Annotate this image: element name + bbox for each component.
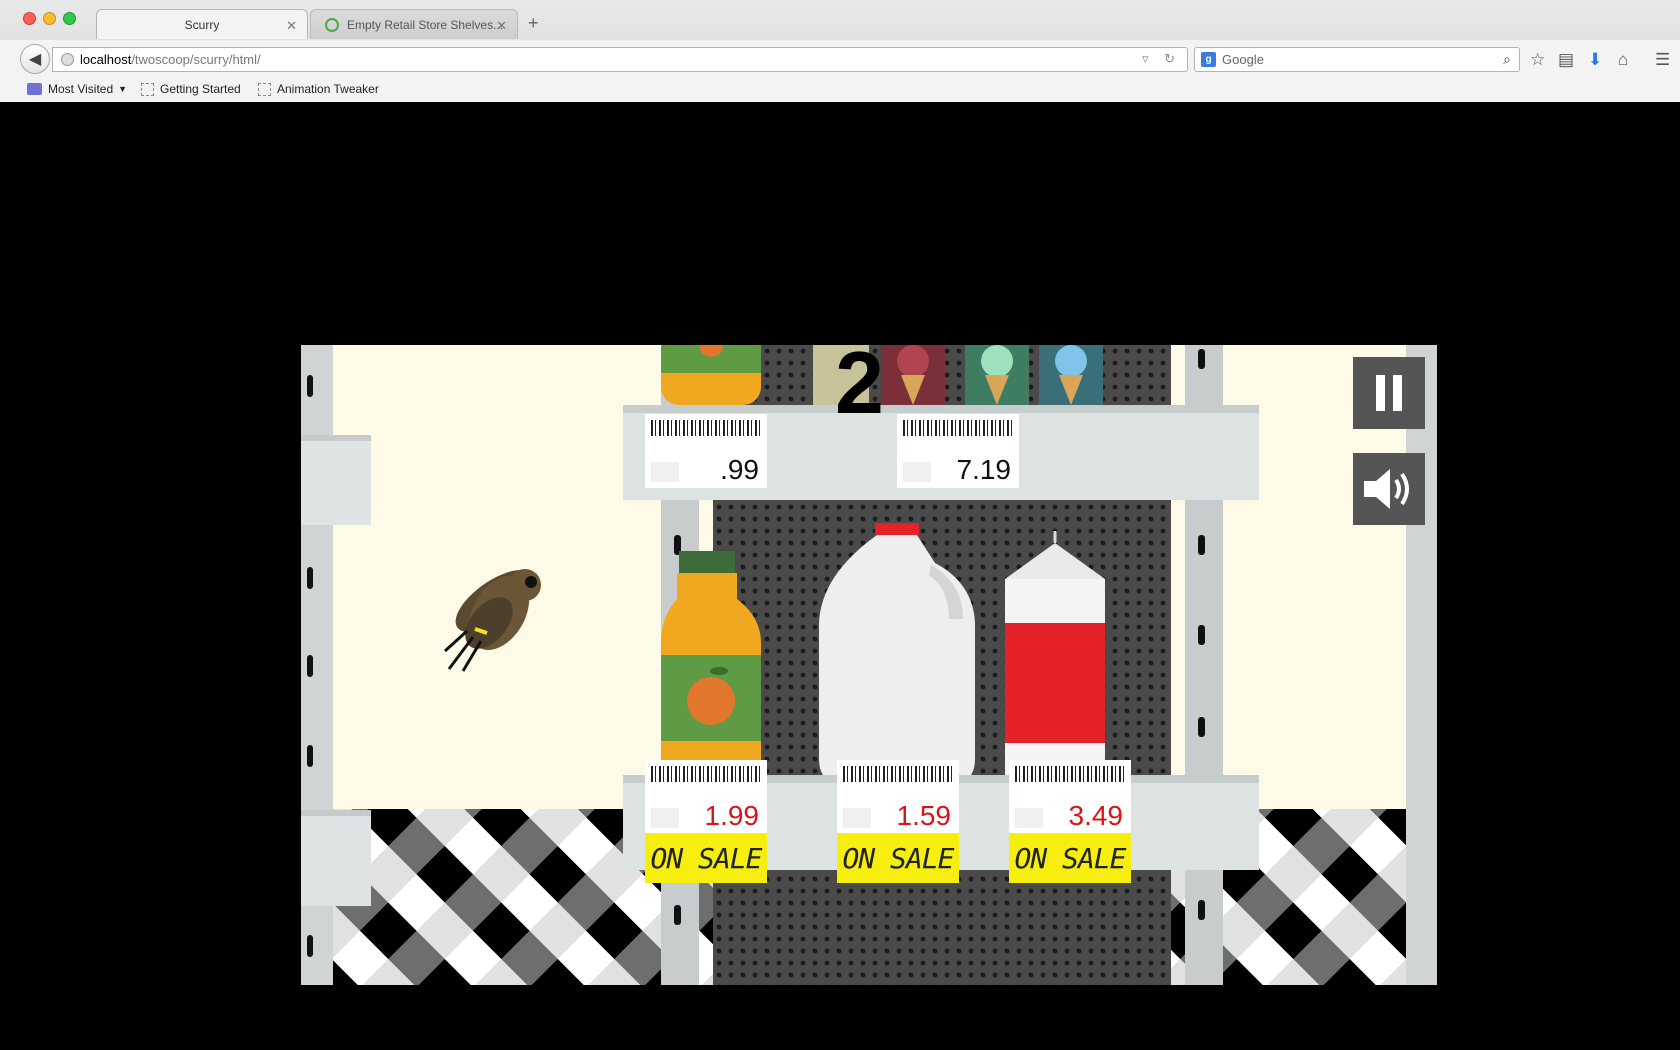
close-tab-icon[interactable]: ✕: [286, 18, 297, 34]
bookmark-label: Animation Tweaker: [277, 82, 379, 96]
price-value: .99: [720, 454, 759, 485]
zoom-window-button[interactable]: [63, 12, 76, 25]
milk-gallon: [819, 523, 975, 783]
milk-carton: [1005, 531, 1105, 785]
bookmark-label: Most Visited: [48, 82, 114, 96]
bookmarks-bar: Most Visited ▼ Getting Started Animation…: [0, 78, 1680, 102]
folder-icon: [27, 83, 42, 95]
tag-swatch: [651, 808, 679, 828]
price-tag: 7.19: [897, 414, 1019, 488]
pause-icon: [1376, 375, 1402, 411]
reload-icon[interactable]: ▿ ↻: [1142, 51, 1181, 67]
pause-button[interactable]: [1353, 357, 1425, 429]
tag-swatch: [843, 808, 871, 828]
close-tab-icon[interactable]: ✕: [496, 18, 507, 34]
new-tab-button[interactable]: +: [528, 13, 539, 34]
price-tag: 1.59: [837, 760, 959, 834]
page-icon: [258, 82, 271, 96]
price-tag: .99: [645, 414, 767, 488]
orange-juice-bottle-top: [661, 345, 761, 405]
shelf-hole: [307, 567, 313, 589]
chevron-down-icon: ▼: [118, 84, 128, 94]
barcode: [651, 766, 761, 782]
post-hole: [1198, 535, 1205, 555]
side-shelf-right: [1406, 345, 1437, 985]
bookmarks-icon[interactable]: ▤: [1558, 50, 1574, 70]
bookmark-animation-tweaker[interactable]: Animation Tweaker: [258, 82, 379, 96]
tab-label: Scurry: [184, 17, 220, 32]
cockroach-player[interactable]: [429, 551, 559, 675]
arrow-left-icon: ◀: [28, 51, 42, 68]
shelf-hole: [307, 375, 313, 397]
speaker-icon: [1364, 469, 1409, 509]
favicon-icon: [325, 17, 339, 32]
orange-juice-bottle: [661, 551, 761, 783]
post-hole: [1198, 625, 1205, 645]
url-bar[interactable]: localhost/twoscoop/scurry/html/ ▿ ↻: [52, 47, 1188, 72]
tag-swatch: [903, 462, 931, 482]
price-value: 3.49: [1068, 800, 1124, 831]
tab-label: Empty Retail Store Shelves...: [347, 17, 503, 32]
barcode: [1015, 766, 1125, 782]
url-path: /twoscoop/scurry/html/: [131, 52, 261, 67]
price-tag: 3.49: [1009, 760, 1131, 834]
url-host: localhost: [80, 52, 132, 67]
price-value: 1.59: [896, 800, 952, 831]
search-placeholder: Google: [1222, 52, 1264, 67]
close-window-button[interactable]: [23, 12, 36, 25]
side-shelf-board: [301, 435, 371, 525]
home-icon[interactable]: ⌂: [1618, 50, 1628, 70]
navigation-bar: ◀ localhost/twoscoop/scurry/html/ ▿ ↻ g …: [0, 40, 1680, 78]
bookmark-most-visited[interactable]: Most Visited ▼: [27, 82, 127, 96]
shelf-hole: [307, 745, 313, 767]
post-hole: [1198, 900, 1205, 920]
tab-scurry[interactable]: Scurry ✕: [96, 9, 308, 39]
price-value: 1.99: [704, 800, 760, 831]
on-sale-tag: ON SALE: [645, 833, 767, 883]
post-hole: [1198, 717, 1205, 737]
search-icon[interactable]: ⌕: [1503, 51, 1511, 68]
page-content: .99 7.19 1.99 ON SALE 1.59 ON SALE 3.49 …: [14, 102, 1680, 1028]
side-shelf-board: [301, 810, 371, 906]
score-counter: 2: [835, 345, 884, 432]
barcode: [651, 420, 761, 436]
shelf-hole: [307, 935, 313, 957]
on-sale-tag: ON SALE: [837, 833, 959, 883]
back-button[interactable]: ◀: [20, 44, 50, 74]
page-icon: [141, 82, 154, 96]
menu-icon[interactable]: ☰: [1655, 50, 1670, 70]
star-icon[interactable]: ☆: [1530, 50, 1545, 70]
tag-swatch: [651, 462, 679, 482]
search-engine-icon[interactable]: g: [1201, 52, 1216, 67]
download-icon[interactable]: ⬇: [1588, 50, 1602, 70]
browser-chrome: Scurry ✕ Empty Retail Store Shelves... ✕…: [0, 0, 1680, 102]
tag-swatch: [1015, 808, 1043, 828]
price-value: 7.19: [956, 454, 1012, 485]
minimize-window-button[interactable]: [43, 12, 56, 25]
bookmark-label: Getting Started: [160, 82, 241, 96]
post-hole: [674, 905, 681, 925]
game-canvas[interactable]: .99 7.19 1.99 ON SALE 1.59 ON SALE 3.49 …: [301, 345, 1437, 985]
price-tag: 1.99: [645, 760, 767, 834]
post-hole: [1198, 349, 1205, 369]
on-sale-tag: ON SALE: [1009, 833, 1131, 883]
search-input[interactable]: g Google ⌕: [1194, 47, 1520, 72]
barcode: [843, 766, 953, 782]
tab-empty-retail[interactable]: Empty Retail Store Shelves... ✕: [310, 9, 518, 39]
sound-button[interactable]: [1353, 453, 1425, 525]
bookmark-getting-started[interactable]: Getting Started: [141, 82, 241, 96]
globe-icon: [61, 53, 74, 66]
shelf-hole: [307, 655, 313, 677]
barcode: [903, 420, 1013, 436]
